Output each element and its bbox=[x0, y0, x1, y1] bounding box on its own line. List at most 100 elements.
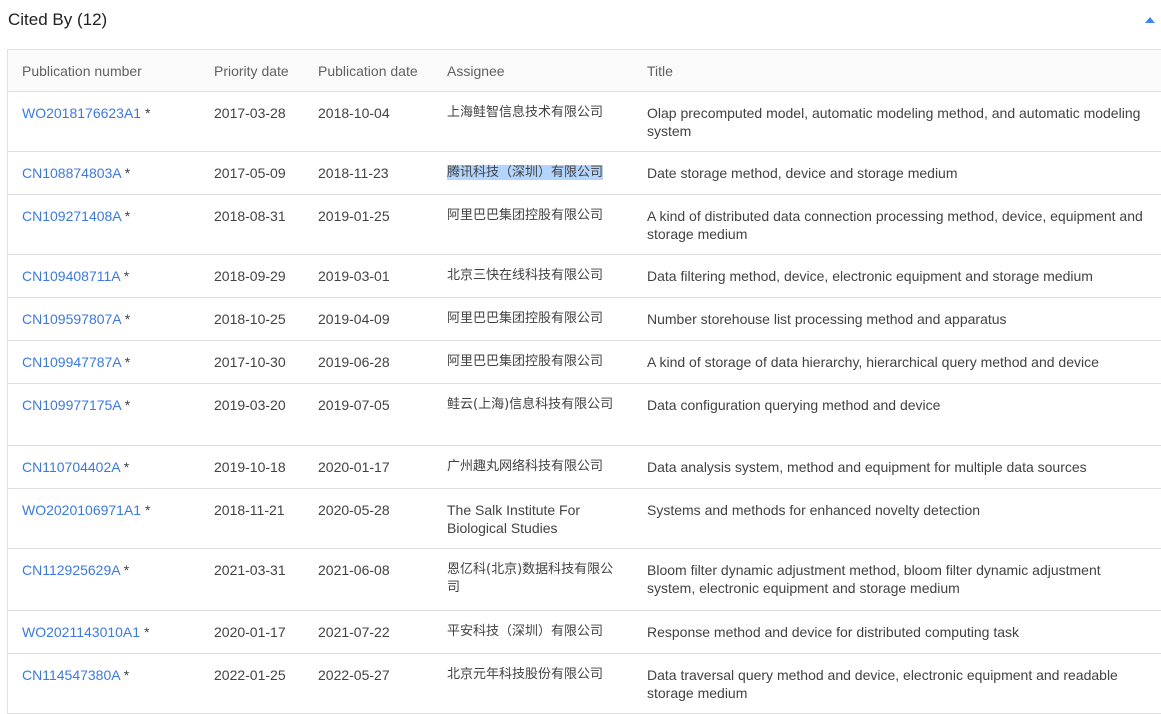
publication-number-cell: CN112925629A * bbox=[8, 548, 200, 611]
title-cell: Response method and device for distribut… bbox=[633, 610, 1161, 654]
section-title: Cited By (12) bbox=[8, 10, 108, 29]
star-marker: * bbox=[123, 459, 130, 475]
table-row: CN109271408A * 2018-08-31 2019-01-25 阿里巴… bbox=[8, 194, 1161, 255]
publication-number-cell: CN110704402A * bbox=[8, 445, 200, 489]
title-cell: Data traversal query method and device, … bbox=[633, 653, 1161, 714]
star-marker: * bbox=[143, 624, 150, 640]
assignee-cell: 阿里巴巴集团控股有限公司 bbox=[433, 340, 633, 384]
publication-link[interactable]: CN109947787A bbox=[22, 354, 121, 370]
publication-date-cell: 2019-03-01 bbox=[304, 254, 433, 298]
publication-number-cell: CN109947787A * bbox=[8, 340, 200, 384]
header-assignee[interactable]: Assignee bbox=[433, 50, 633, 92]
star-marker: * bbox=[144, 502, 151, 518]
star-marker: * bbox=[144, 105, 151, 121]
table-row: CN109597807A * 2018-10-25 2019-04-09 阿里巴… bbox=[8, 297, 1161, 341]
publication-date-cell: 2018-10-04 bbox=[304, 91, 433, 152]
priority-date-cell: 2018-09-29 bbox=[200, 254, 304, 298]
header-publication-date[interactable]: Publication date bbox=[304, 50, 433, 92]
assignee-cell: 腾讯科技（深圳）有限公司 bbox=[433, 151, 633, 195]
publication-date-cell: 2021-07-22 bbox=[304, 610, 433, 654]
table-row: CN114547380A * 2022-01-25 2022-05-27 北京元… bbox=[8, 653, 1161, 714]
star-marker: * bbox=[124, 311, 131, 327]
publication-date-cell: 2020-01-17 bbox=[304, 445, 433, 489]
publication-number-cell: CN108874803A * bbox=[8, 151, 200, 195]
priority-date-cell: 2019-10-18 bbox=[200, 445, 304, 489]
publication-link[interactable]: CN110704402A bbox=[22, 459, 120, 475]
publication-number-cell: CN109408711A * bbox=[8, 254, 200, 298]
table-row: WO2021143010A1 * 2020-01-17 2021-07-22 平… bbox=[8, 610, 1161, 654]
table-row: WO2020106971A1 * 2018-11-21 2020-05-28 T… bbox=[8, 488, 1161, 549]
table-row: CN109977175A * 2019-03-20 2019-07-05 鲑云(… bbox=[8, 383, 1161, 446]
title-cell: Data configuration querying method and d… bbox=[633, 383, 1161, 446]
assignee-cell: 恩亿科(北京)数据科技有限公司 bbox=[433, 548, 633, 611]
star-marker: * bbox=[124, 354, 131, 370]
publication-date-cell: 2019-06-28 bbox=[304, 340, 433, 384]
publication-link[interactable]: CN109408711A bbox=[22, 268, 120, 284]
title-cell: Date storage method, device and storage … bbox=[633, 151, 1161, 195]
title-cell: A kind of distributed data connection pr… bbox=[633, 194, 1161, 255]
assignee-cell: The Salk Institute For Biological Studie… bbox=[433, 488, 633, 549]
publication-number-cell: CN109977175A * bbox=[8, 383, 200, 446]
header-publication-number[interactable]: Publication number bbox=[8, 50, 200, 92]
priority-date-cell: 2018-11-21 bbox=[200, 488, 304, 549]
assignee-cell: 上海鲑智信息技术有限公司 bbox=[433, 91, 633, 152]
priority-date-cell: 2018-08-31 bbox=[200, 194, 304, 255]
selected-assignee-text: 腾讯科技（深圳）有限公司 bbox=[447, 165, 604, 180]
table-row: CN110704402A * 2019-10-18 2020-01-17 广州趣… bbox=[8, 445, 1161, 489]
publication-link[interactable]: WO2021143010A1 bbox=[22, 624, 140, 640]
star-marker: * bbox=[124, 165, 131, 181]
assignee-cell: 广州趣丸网络科技有限公司 bbox=[433, 445, 633, 489]
title-cell: Olap precomputed model, automatic modeli… bbox=[633, 91, 1161, 152]
header-title[interactable]: Title bbox=[633, 50, 1161, 92]
publication-link[interactable]: CN109597807A bbox=[22, 311, 121, 327]
cited-by-table: Publication number Priority date Publica… bbox=[7, 49, 1161, 714]
assignee-cell: 鲑云(上海)信息科技有限公司 bbox=[433, 383, 633, 446]
publication-number-cell: WO2018176623A1 * bbox=[8, 91, 200, 152]
chevron-up-icon[interactable] bbox=[1145, 17, 1155, 23]
publication-link[interactable]: WO2020106971A1 bbox=[22, 502, 141, 518]
priority-date-cell: 2018-10-25 bbox=[200, 297, 304, 341]
publication-link[interactable]: CN112925629A bbox=[22, 562, 120, 578]
assignee-cell: 阿里巴巴集团控股有限公司 bbox=[433, 297, 633, 341]
priority-date-cell: 2021-03-31 bbox=[200, 548, 304, 611]
star-marker: * bbox=[123, 667, 130, 683]
publication-date-cell: 2022-05-27 bbox=[304, 653, 433, 714]
publication-number-cell: WO2020106971A1 * bbox=[8, 488, 200, 549]
priority-date-cell: 2022-01-25 bbox=[200, 653, 304, 714]
table-row: WO2018176623A1 * 2017-03-28 2018-10-04 上… bbox=[8, 91, 1161, 152]
publication-link[interactable]: CN114547380A bbox=[22, 667, 120, 683]
star-marker: * bbox=[123, 268, 130, 284]
publication-date-cell: 2021-06-08 bbox=[304, 548, 433, 611]
publication-number-cell: CN109271408A * bbox=[8, 194, 200, 255]
publication-link[interactable]: CN109271408A bbox=[22, 208, 121, 224]
publication-number-cell: WO2021143010A1 * bbox=[8, 610, 200, 654]
priority-date-cell: 2020-01-17 bbox=[200, 610, 304, 654]
assignee-cell: 平安科技（深圳）有限公司 bbox=[433, 610, 633, 654]
publication-link[interactable]: CN109977175A bbox=[22, 397, 121, 413]
star-marker: * bbox=[124, 208, 131, 224]
header-priority-date[interactable]: Priority date bbox=[200, 50, 304, 92]
publication-date-cell: 2019-01-25 bbox=[304, 194, 433, 255]
publication-link[interactable]: CN108874803A bbox=[22, 165, 121, 181]
publication-date-cell: 2019-07-05 bbox=[304, 383, 433, 446]
title-cell: Data analysis system, method and equipme… bbox=[633, 445, 1161, 489]
table-row: CN109408711A * 2018-09-29 2019-03-01 北京三… bbox=[8, 254, 1161, 298]
cited-by-header: Cited By (12) bbox=[0, 0, 1161, 38]
priority-date-cell: 2019-03-20 bbox=[200, 383, 304, 446]
assignee-cell: 北京三快在线科技有限公司 bbox=[433, 254, 633, 298]
priority-date-cell: 2017-03-28 bbox=[200, 91, 304, 152]
table-row: CN109947787A * 2017-10-30 2019-06-28 阿里巴… bbox=[8, 340, 1161, 384]
title-cell: A kind of storage of data hierarchy, hie… bbox=[633, 340, 1161, 384]
publication-link[interactable]: WO2018176623A1 bbox=[22, 105, 141, 121]
title-cell: Systems and methods for enhanced novelty… bbox=[633, 488, 1161, 549]
assignee-cell: 北京元年科技股份有限公司 bbox=[433, 653, 633, 714]
table-row: CN108874803A * 2017-05-09 2018-11-23 腾讯科… bbox=[8, 151, 1161, 195]
publication-date-cell: 2020-05-28 bbox=[304, 488, 433, 549]
star-marker: * bbox=[123, 562, 130, 578]
title-cell: Number storehouse list processing method… bbox=[633, 297, 1161, 341]
table-row: CN112925629A * 2021-03-31 2021-06-08 恩亿科… bbox=[8, 548, 1161, 611]
priority-date-cell: 2017-05-09 bbox=[200, 151, 304, 195]
publication-date-cell: 2019-04-09 bbox=[304, 297, 433, 341]
publication-date-cell: 2018-11-23 bbox=[304, 151, 433, 195]
star-marker: * bbox=[124, 397, 131, 413]
